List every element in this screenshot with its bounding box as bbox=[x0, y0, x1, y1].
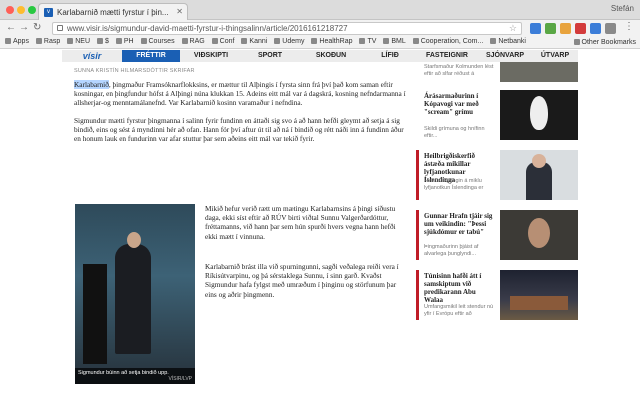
bookmark-icon bbox=[412, 38, 419, 44]
scream-mask-image bbox=[530, 96, 548, 130]
article-byline: SUNNA KRISTÍN HILMARSDÓTTIR SKRIFAR bbox=[74, 68, 195, 74]
extension-icon[interactable] bbox=[575, 23, 586, 34]
bookmark-icon bbox=[274, 38, 281, 44]
story-thumbnail bbox=[500, 62, 578, 82]
nav-lifid[interactable]: LÍFIÐ bbox=[364, 50, 416, 62]
story-thumbnail bbox=[500, 150, 578, 200]
person-silhouette bbox=[115, 244, 151, 354]
bookmark-icon bbox=[311, 38, 318, 44]
nav-vidskipti[interactable]: VIÐSKIPTI bbox=[180, 50, 242, 62]
photo-caption: Sigmundur búinn að setja bindið upp. VÍS… bbox=[75, 368, 195, 384]
apps-icon bbox=[5, 38, 11, 44]
visir-logo[interactable]: vísir bbox=[62, 50, 122, 62]
forward-arrow-icon[interactable]: → bbox=[19, 22, 29, 33]
article-paragraph: Sigmundur mætti fyrstur þingmanna í sali… bbox=[74, 115, 404, 144]
story-thumbnail bbox=[500, 210, 578, 260]
bookmark-icon bbox=[35, 38, 42, 44]
bookmark-item[interactable]: TV bbox=[359, 37, 376, 45]
tab-title: Karlabarnið mætti fyrstur í þin... bbox=[57, 8, 169, 17]
site-navigation: vísir FRÉTTIR VIÐSKIPTI SPORT SKOÐUN LÍF… bbox=[62, 50, 578, 62]
nav-skodun[interactable]: SKOÐUN bbox=[298, 50, 364, 62]
article-body: SUNNA KRISTÍN HILMARSDÓTTIR SKRIFAR Karl… bbox=[74, 68, 409, 143]
folder-icon bbox=[573, 39, 580, 45]
bookmark-icon bbox=[490, 38, 497, 44]
bookmark-item[interactable]: Rasp bbox=[35, 37, 60, 45]
bookmark-icon bbox=[211, 38, 218, 44]
sidebar-story[interactable]: Heilbrigðiskerfið ástæða mikillar lyfjan… bbox=[416, 150, 578, 202]
bookmark-item[interactable]: $ bbox=[96, 37, 109, 45]
article-paragraph: Karlabarnið, þingmaður Framsóknarflokksi… bbox=[74, 80, 406, 108]
nav-sport[interactable]: SPORT bbox=[242, 50, 298, 62]
camera-operator bbox=[83, 264, 107, 364]
url-field[interactable]: www.visir.is/sigmundur-david-maetti-fyrs… bbox=[52, 22, 522, 35]
bookmark-item[interactable]: HealthRap bbox=[311, 37, 352, 45]
nav-fasteignir[interactable]: FASTEIGNIR bbox=[416, 50, 478, 62]
story-marker bbox=[416, 210, 419, 260]
extension-icon[interactable] bbox=[560, 23, 571, 34]
bookmark-item[interactable]: BML bbox=[383, 37, 406, 45]
bookmark-item[interactable]: Courses bbox=[140, 37, 175, 45]
bookmarks-bar: Apps Rasp NEU $ PH Courses RAG Conf Kann… bbox=[0, 37, 640, 49]
building-image bbox=[510, 296, 568, 310]
bookmark-item[interactable]: Conf bbox=[211, 37, 234, 45]
other-bookmarks[interactable]: Other Bookmarks bbox=[573, 38, 636, 46]
profile-name[interactable]: Stefán bbox=[611, 4, 634, 13]
bookmark-item[interactable]: RAG bbox=[181, 37, 205, 45]
browser-tab[interactable]: v Karlabarnið mætti fyrstur í þin... ✕ bbox=[38, 3, 188, 20]
person-head bbox=[532, 154, 546, 168]
menu-icon[interactable]: ⋮ bbox=[624, 21, 634, 32]
bookmark-item[interactable]: Netbanki bbox=[490, 37, 526, 45]
bookmark-icon bbox=[115, 38, 122, 44]
article-paragraph: Karlabarnið brást illa við spurningunni,… bbox=[205, 262, 399, 299]
article-paragraph: Mikið hefur verið rætt um mætingu Karlab… bbox=[205, 204, 396, 241]
zoom-window-button[interactable] bbox=[28, 6, 36, 14]
bookmark-item[interactable]: PH bbox=[115, 37, 134, 45]
bookmark-star-icon[interactable]: ☆ bbox=[509, 23, 517, 34]
bookmark-item[interactable]: NEU bbox=[67, 37, 90, 45]
highlighted-text[interactable]: Karlabarnið bbox=[74, 80, 109, 89]
bookmark-icon bbox=[383, 38, 390, 44]
bookmark-icon bbox=[96, 38, 103, 44]
person-head bbox=[127, 232, 141, 248]
extension-icon[interactable] bbox=[590, 23, 601, 34]
tab-close-icon[interactable]: ✕ bbox=[176, 7, 183, 16]
bookmark-item[interactable]: Apps bbox=[5, 37, 29, 45]
bookmark-icon bbox=[67, 38, 74, 44]
bookmark-icon bbox=[140, 38, 147, 44]
reload-icon[interactable]: ↻ bbox=[33, 22, 41, 33]
sidebar-story[interactable]: Gunnar Hrafn tjáir sig um veikindin: "Þe… bbox=[416, 210, 578, 262]
minimize-window-button[interactable] bbox=[17, 6, 25, 14]
bookmark-icon bbox=[359, 38, 366, 44]
sidebar-story[interactable]: Túnisinn hafði átt í samskiptum við pred… bbox=[416, 270, 578, 322]
browser-tabstrip: v Karlabarnið mætti fyrstur í þin... ✕ S… bbox=[0, 0, 640, 20]
story-marker bbox=[416, 150, 419, 200]
back-arrow-icon[interactable]: ← bbox=[6, 22, 16, 33]
extension-icon[interactable] bbox=[530, 23, 541, 34]
bookmark-item[interactable]: Udemy bbox=[274, 37, 304, 45]
address-bar-row: ← → ↻ www.visir.is/sigmundur-david-maett… bbox=[0, 20, 640, 37]
sidebar-story[interactable]: Árásarmaðurinn í Kópavogi var með "screa… bbox=[416, 90, 578, 142]
person-image bbox=[528, 218, 550, 248]
extension-icon[interactable] bbox=[605, 23, 616, 34]
bookmark-item[interactable]: Cooperation, Com... bbox=[412, 37, 483, 45]
story-thumbnail bbox=[500, 90, 578, 140]
bookmark-icon bbox=[181, 38, 188, 44]
bookmark-icon bbox=[241, 38, 248, 44]
article-photo[interactable]: Sigmundur búinn að setja bindið upp. VÍS… bbox=[75, 204, 195, 384]
nav-frettir[interactable]: FRÉTTIR bbox=[122, 50, 180, 62]
nav-utvarp[interactable]: ÚTVARP bbox=[532, 50, 578, 62]
nav-sjonvarp[interactable]: SJÓNVARP bbox=[478, 50, 532, 62]
visir-favicon-icon: v bbox=[44, 8, 53, 17]
sidebar-story[interactable]: Starfsmaður Kolmunden lést eftir að slfa… bbox=[416, 62, 578, 84]
url-text: www.visir.is/sigmundur-david-maetti-fyrs… bbox=[67, 24, 348, 33]
close-window-button[interactable] bbox=[6, 6, 14, 14]
page-info-icon[interactable] bbox=[57, 25, 63, 31]
extension-icon[interactable] bbox=[545, 23, 556, 34]
bookmark-item[interactable]: Kanni bbox=[241, 37, 267, 45]
story-marker bbox=[416, 270, 419, 320]
story-thumbnail bbox=[500, 270, 578, 320]
